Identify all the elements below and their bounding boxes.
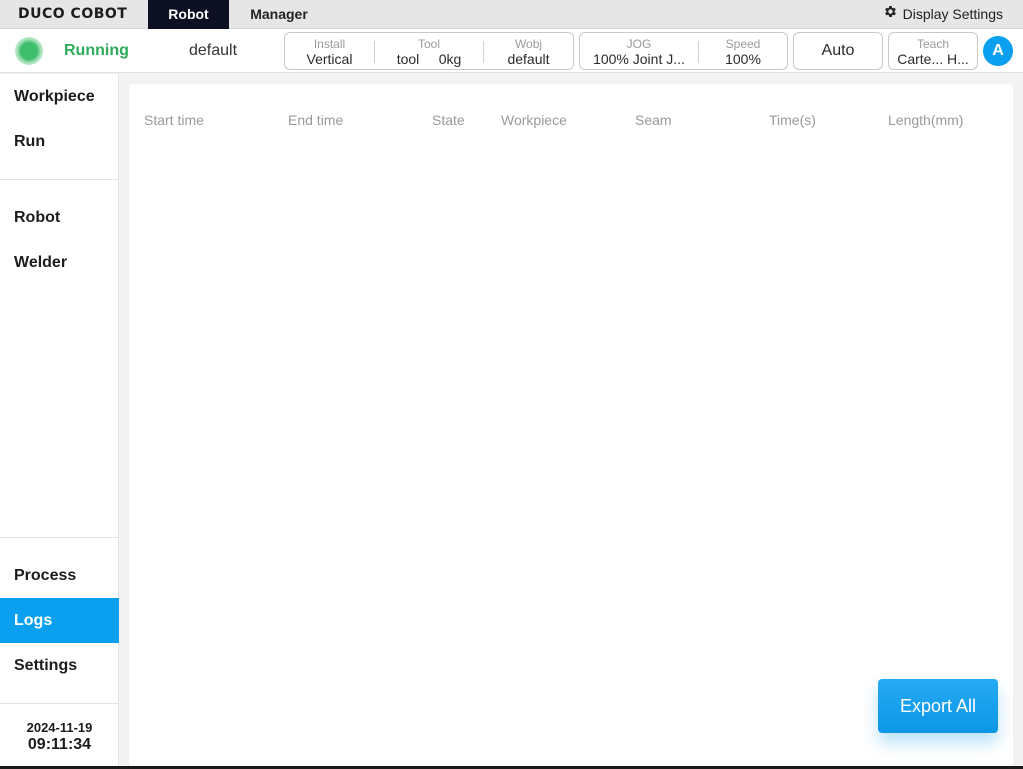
jog-field[interactable]: JOG 100% Joint J...	[580, 33, 698, 69]
tool-load: 0kg	[438, 51, 462, 67]
sidebar-item-robot[interactable]: Robot	[0, 195, 119, 240]
wobj-value: default	[507, 51, 550, 67]
running-status-indicator-icon	[15, 37, 43, 65]
column-header-length[interactable]: Length(mm)	[888, 112, 963, 128]
wobj-field[interactable]: Wobj default	[484, 33, 573, 69]
column-header-end-time[interactable]: End time	[288, 112, 343, 128]
column-header-start-time[interactable]: Start time	[144, 112, 204, 128]
sidebar-divider	[0, 179, 119, 180]
display-settings-label: Display Settings	[902, 6, 1003, 22]
sidebar-item-logs[interactable]: Logs	[0, 598, 119, 643]
sidebar: Workpiece Run Robot Welder Process Logs …	[0, 74, 119, 769]
sidebar-item-run[interactable]: Run	[0, 119, 119, 164]
sidebar-item-workpiece[interactable]: Workpiece	[0, 74, 119, 119]
speed-caption: Speed	[725, 37, 761, 51]
program-name[interactable]: default	[189, 42, 237, 60]
logs-table-panel: Start time End time State Workpiece Seam…	[129, 84, 1013, 766]
teach-caption: Teach	[916, 37, 950, 51]
robot-state-text: Running	[64, 42, 129, 59]
teach-value: Carte... H...	[897, 51, 969, 67]
jog-value: 100% Joint J...	[593, 51, 685, 67]
tab-manager[interactable]: Manager	[236, 0, 322, 29]
display-settings-button[interactable]: Display Settings	[883, 0, 1003, 29]
tool-field[interactable]: Tool tool 0kg	[375, 33, 483, 69]
sidebar-item-welder[interactable]: Welder	[0, 240, 119, 285]
robot-status-bar: Running default Install Vertical Tool to…	[0, 29, 1023, 73]
install-value: Vertical	[306, 51, 353, 67]
install-tool-wobj-selector[interactable]: Install Vertical Tool tool 0kg Wobj defa…	[284, 32, 574, 70]
clock-time: 09:11:34	[27, 736, 92, 753]
tool-name: tool	[396, 51, 420, 67]
user-avatar[interactable]: A	[983, 36, 1013, 66]
sidebar-divider	[0, 537, 119, 538]
column-header-state[interactable]: State	[432, 112, 465, 128]
top-menu-bar: DUCO COBOT Robot Manager Display Setting…	[0, 0, 1023, 29]
column-header-workpiece[interactable]: Workpiece	[501, 112, 567, 128]
sidebar-item-settings[interactable]: Settings	[0, 643, 119, 688]
speed-value: 100%	[725, 51, 761, 67]
jog-speed-selector[interactable]: JOG 100% Joint J... Speed 100%	[579, 32, 788, 70]
mode-value: Auto	[821, 42, 855, 59]
teach-field[interactable]: Teach Carte... H...	[889, 33, 977, 69]
column-header-seam[interactable]: Seam	[635, 112, 672, 128]
mode-button[interactable]: Auto	[793, 32, 883, 70]
install-caption: Install	[313, 37, 346, 51]
system-clock: 2024-11-19 09:11:34	[0, 703, 119, 754]
gear-icon	[883, 0, 898, 29]
sidebar-item-process[interactable]: Process	[0, 553, 119, 598]
column-header-time[interactable]: Time(s)	[769, 112, 816, 128]
tab-robot[interactable]: Robot	[148, 0, 229, 29]
teach-selector[interactable]: Teach Carte... H...	[888, 32, 978, 70]
duco-cobot-logo: DUCO COBOT	[18, 6, 128, 22]
jog-caption: JOG	[626, 37, 652, 51]
wobj-caption: Wobj	[514, 37, 543, 51]
tool-caption: Tool	[417, 37, 440, 51]
tool-value: tool 0kg	[375, 51, 483, 68]
clock-date: 2024-11-19	[26, 720, 93, 735]
install-field[interactable]: Install Vertical	[285, 33, 374, 69]
speed-field[interactable]: Speed 100%	[699, 33, 787, 69]
export-all-button[interactable]: Export All	[878, 679, 998, 733]
